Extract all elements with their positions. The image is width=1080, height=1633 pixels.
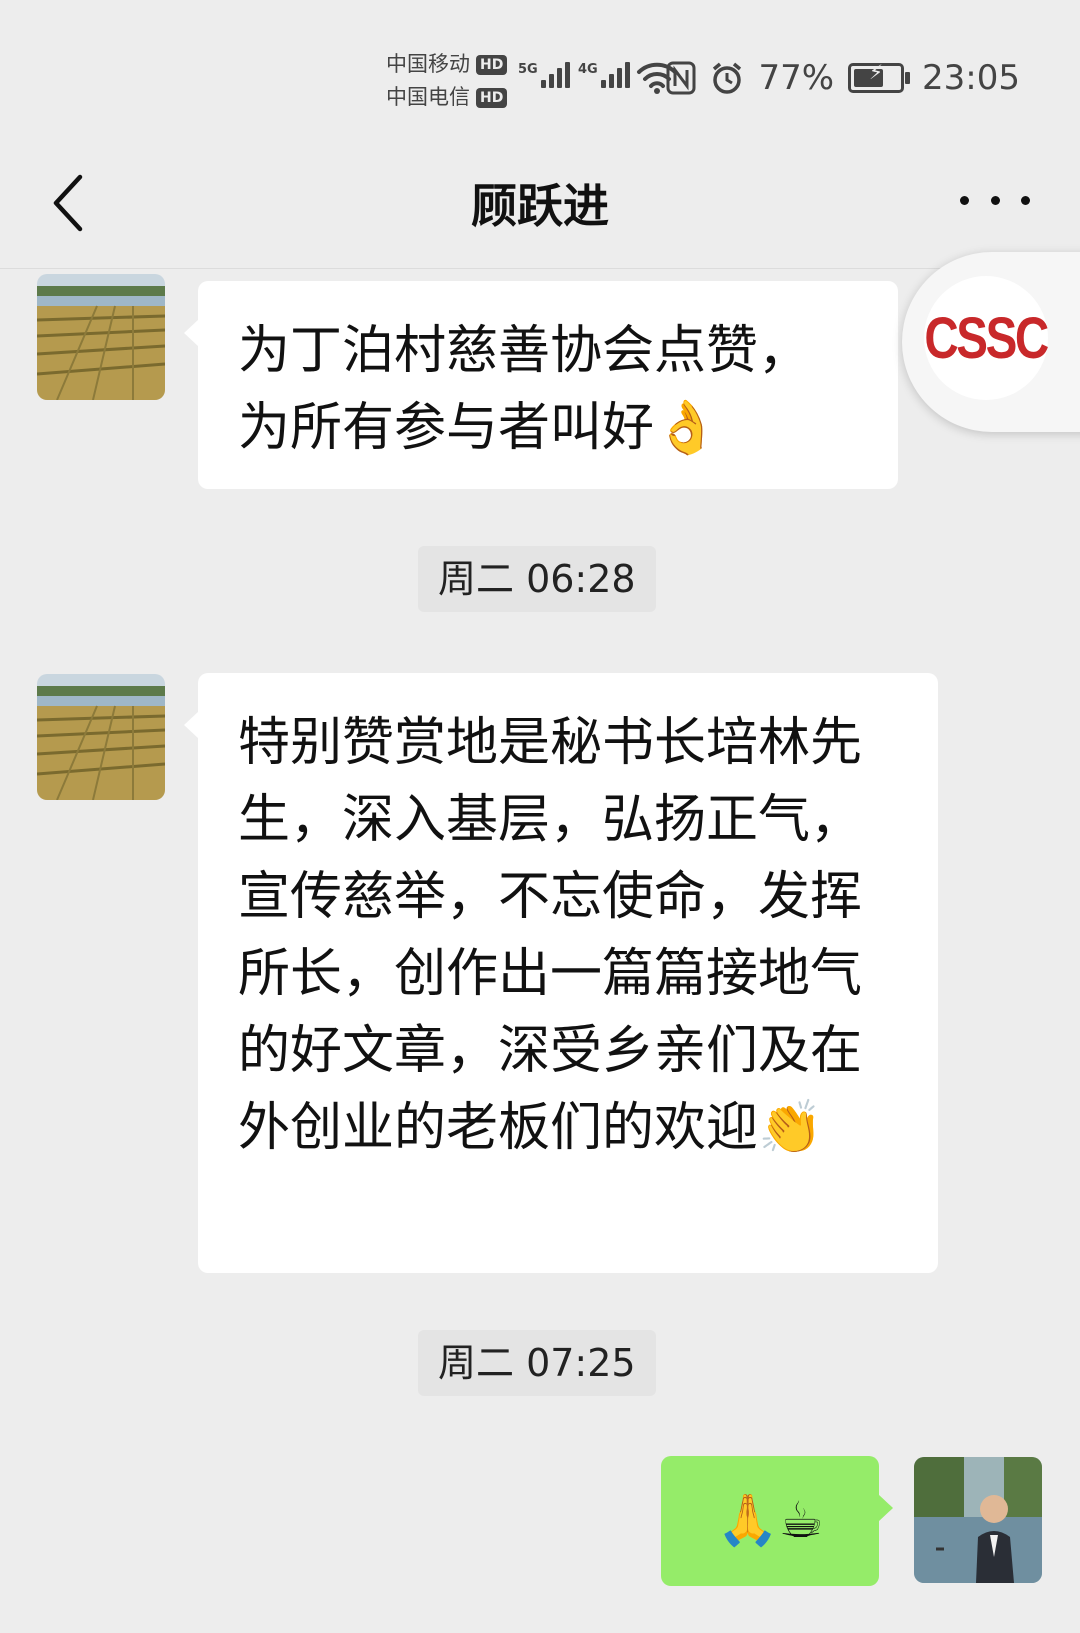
timestamp: 周二 06:28 xyxy=(418,546,656,612)
contact-avatar[interactable] xyxy=(37,274,165,400)
cssc-logo-text: CSSC xyxy=(924,305,1050,371)
field-landscape-image xyxy=(37,274,165,400)
dot-icon xyxy=(990,195,1000,205)
more-options-button[interactable] xyxy=(960,180,1030,220)
nfc-icon xyxy=(666,61,696,95)
cssc-logo: CSSC xyxy=(924,276,1050,400)
network-type-2: 4G xyxy=(578,62,598,77)
message-bubble[interactable]: 🙏☕ xyxy=(661,1456,893,1586)
hd-badge: HD xyxy=(476,87,508,108)
user-avatar[interactable] xyxy=(914,1457,1042,1583)
contact-avatar[interactable] xyxy=(37,674,165,800)
charging-icon: ⚡ xyxy=(868,60,884,84)
carrier-info: 中国移动 HD 中国电信 HD xyxy=(386,48,508,114)
timestamp: 周二 07:25 xyxy=(418,1330,656,1396)
dot-icon xyxy=(960,195,969,205)
field-landscape-image xyxy=(37,674,165,800)
chat-header: 顾跃进 xyxy=(0,140,1080,269)
alarm-icon xyxy=(713,62,742,94)
network-type-1: 5G xyxy=(518,62,538,77)
status-right: 77% ⚡ 23:05 xyxy=(666,58,1020,98)
floating-badge[interactable]: CSSC xyxy=(902,252,1080,432)
status-bar: 中国移动 HD 中国电信 HD 5G 4G 77% ⚡ 23:05 xyxy=(0,0,1080,140)
portrait-image xyxy=(914,1457,1042,1583)
message-text: 特别赞赏地是秘书长培林先生，深入基层，弘扬正气，宣传慈举，不忘使命，发挥所长，创… xyxy=(238,713,863,1158)
signal-icon: 4G xyxy=(578,62,633,88)
carrier-1-name: 中国移动 xyxy=(386,52,470,76)
carrier-2-name: 中国电信 xyxy=(386,85,470,109)
message-text: 为丁泊村慈善协会点赞，为所有参与者叫好👌 xyxy=(238,321,811,458)
carrier-1: 中国移动 HD xyxy=(386,48,508,81)
message-bubble[interactable]: 为丁泊村慈善协会点赞，为所有参与者叫好👌 xyxy=(184,281,898,489)
signal-icon: 5G xyxy=(518,62,573,88)
chat-title: 顾跃进 xyxy=(471,179,609,233)
carrier-2: 中国电信 HD xyxy=(386,81,508,114)
battery-icon: ⚡ xyxy=(848,60,911,93)
dot-icon xyxy=(1021,195,1030,205)
message-text: 🙏☕ xyxy=(716,1491,824,1549)
clock: 23:05 xyxy=(922,58,1020,98)
hd-badge: HD xyxy=(476,54,508,75)
battery-percent: 77% xyxy=(758,58,835,98)
message-bubble[interactable]: 特别赞赏地是秘书长培林先生，深入基层，弘扬正气，宣传慈举，不忘使命，发挥所长，创… xyxy=(184,673,938,1273)
